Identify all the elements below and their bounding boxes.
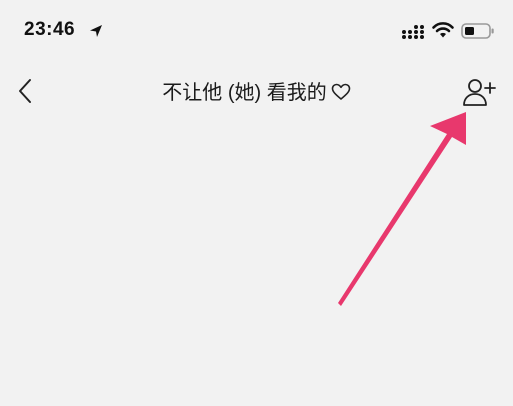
heart-outline-icon [331, 83, 351, 100]
page-title: 不让他 (她) 看我的 [162, 82, 327, 104]
cellular-signal-icon [402, 25, 424, 39]
page-title-container: 不让他 (她) 看我的 [100, 76, 413, 105]
wifi-icon [432, 22, 454, 38]
location-arrow-icon [90, 25, 102, 37]
add-user-button[interactable] [458, 72, 500, 112]
battery-icon [461, 23, 494, 39]
nav-bar: 不让他 (她) 看我的 [0, 64, 513, 120]
screen: 23:46 不让他 (她) 看我的 [0, 0, 513, 406]
status-time: 23:46 [24, 19, 76, 40]
add-user-icon [463, 79, 496, 106]
back-button[interactable] [8, 74, 42, 108]
status-bar: 23:46 [0, 0, 513, 64]
chevron-left-icon [19, 79, 31, 103]
